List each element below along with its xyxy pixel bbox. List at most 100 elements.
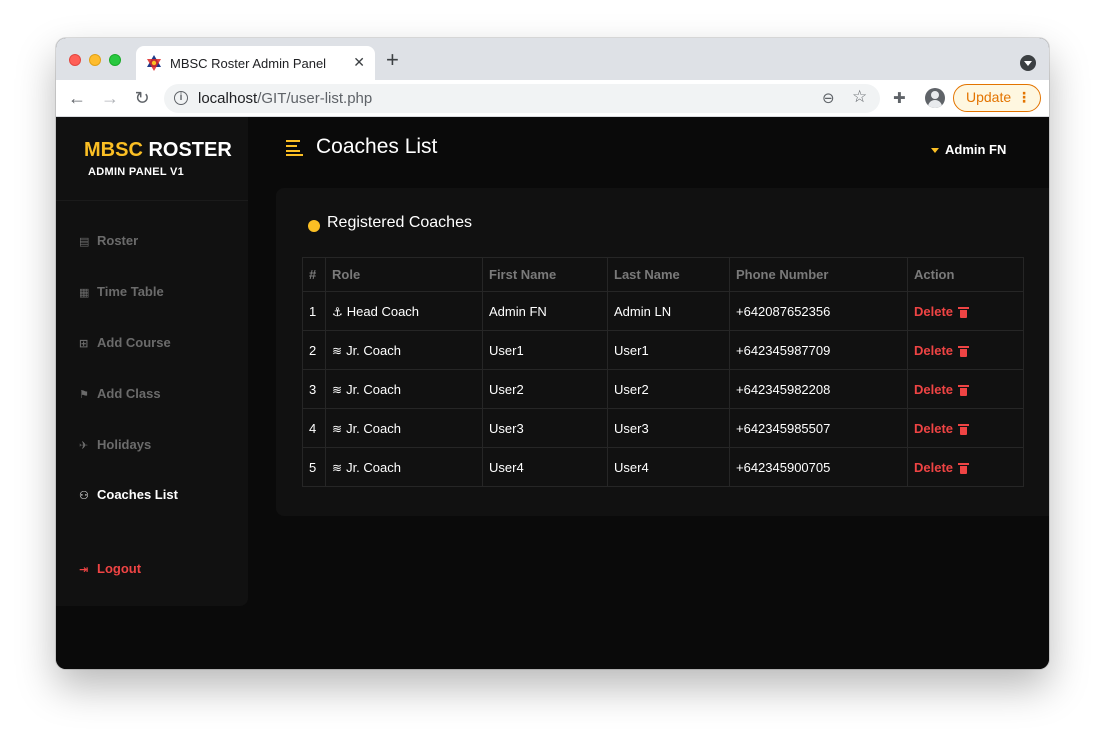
url-text: localhost/GIT/user-list.php — [198, 90, 372, 107]
first-name-cell: User4 — [482, 447, 608, 487]
anchor-icon: ⚓ — [332, 304, 343, 319]
clipboard-icon: ▤ — [79, 236, 90, 248]
action-cell: Delete — [907, 330, 1024, 370]
delete-button[interactable]: Delete — [914, 342, 970, 358]
tab-title: MBSC Roster Admin Panel — [170, 56, 327, 71]
last-name-cell: User1 — [607, 330, 730, 370]
delete-button[interactable]: Delete — [914, 460, 970, 475]
profile-avatar-icon[interactable] — [925, 88, 945, 108]
last-name-cell: User2 — [607, 369, 730, 409]
menu-toggle-icon[interactable] — [286, 140, 303, 156]
wind-icon: ≋ — [332, 382, 343, 397]
role-cell: ≋ Jr. Coach — [325, 408, 483, 448]
brand-logo[interactable]: MBSC ROSTER — [84, 139, 232, 162]
row-number: 1 — [302, 291, 326, 331]
more-menu-icon[interactable]: ⋮ — [1017, 85, 1031, 110]
table-row: 3 ≋ Jr. Coach User2 User2 +642345982208 D… — [302, 369, 1024, 409]
delete-label: Delete — [914, 381, 954, 397]
action-cell: Delete — [907, 369, 1024, 409]
first-name-cell: Admin FN — [482, 291, 608, 331]
delete-button[interactable]: Delete — [914, 421, 970, 436]
calendar-plus-icon: ⊞ — [79, 338, 89, 350]
forward-arrow-icon[interactable]: → — [99, 87, 121, 109]
wind-icon: ≋ — [332, 460, 343, 475]
delete-label: Delete — [914, 303, 954, 319]
plane-icon: ✈ — [79, 440, 89, 452]
address-bar[interactable]: i localhost/GIT/user-list.php ⊖ ☆ — [164, 84, 880, 113]
sidebar-item-label: Holidays — [97, 437, 152, 452]
tab-search-icon[interactable] — [1020, 55, 1036, 71]
last-name-cell: Admin LN — [607, 291, 730, 331]
sidebar-item-time-table[interactable]: ▦ Time Table — [79, 284, 164, 299]
sidebar-item-add-class[interactable]: ⚑ Add Class — [79, 386, 161, 401]
new-tab-icon[interactable]: + — [386, 49, 399, 71]
back-arrow-icon[interactable]: ← — [66, 87, 88, 109]
user-dropdown[interactable]: Admin FN — [931, 142, 1006, 157]
brand-subtitle: ADMIN PANEL V1 — [88, 166, 185, 178]
trash-icon — [958, 306, 970, 318]
last-name-cell: User4 — [607, 447, 730, 487]
sidebar-item-coaches-list[interactable]: ⚇ Coaches List — [79, 487, 178, 502]
wind-icon: ≋ — [332, 421, 343, 436]
reload-icon[interactable]: ↻ — [131, 87, 153, 109]
wind-icon: ≋ — [332, 343, 343, 358]
bookmark-star-icon[interactable]: ☆ — [852, 87, 867, 107]
phone-cell: +642345982208 — [729, 369, 908, 409]
sidebar-item-label: Add Class — [97, 386, 161, 401]
table-row: 2 ≋ Jr. Coach User1 User1 +642345987709 D… — [302, 330, 1024, 370]
user-name: Admin FN — [945, 142, 1007, 157]
update-button[interactable]: Update ⋮ — [953, 84, 1041, 112]
flag-icon: ⚑ — [79, 389, 89, 401]
window-minimize-button[interactable] — [89, 54, 101, 66]
browser-toolbar: ← → ↻ i localhost/GIT/user-list.php ⊖ ☆ … — [56, 80, 1049, 117]
role-text: Head Coach — [346, 303, 420, 319]
row-number: 3 — [302, 369, 326, 409]
window-maximize-button[interactable] — [109, 54, 121, 66]
coaches-table: # Role First Name Last Name Phone Number… — [302, 257, 1024, 487]
role-text: Jr. Coach — [346, 420, 401, 436]
sidebar: MBSC ROSTER ADMIN PANEL V1 ▤ Roster ▦ Time… — [56, 117, 248, 606]
table-row: 5 ≋ Jr. Coach User4 User4 +642345900705 D… — [302, 447, 1024, 487]
zoom-icon[interactable]: ⊖ — [822, 89, 835, 107]
sidebar-item-label: Roster — [97, 233, 139, 248]
browser-tab[interactable]: MBSC Roster Admin Panel ✕ — [136, 46, 375, 80]
delete-button[interactable]: Delete — [914, 381, 970, 397]
sidebar-item-holidays[interactable]: ✈ Holidays — [79, 437, 151, 452]
star-of-david-favicon-icon — [147, 55, 161, 71]
window-close-button[interactable] — [69, 54, 81, 66]
page-title: Coaches List — [316, 135, 438, 158]
trash-icon — [958, 345, 970, 357]
column-header: Last Name — [607, 257, 730, 292]
logout-label: Logout — [97, 561, 142, 576]
role-text: Jr. Coach — [346, 381, 401, 397]
phone-cell: +642345987709 — [729, 330, 908, 370]
app-area: MBSC ROSTER ADMIN PANEL V1 ▤ Roster ▦ Time… — [56, 117, 1049, 669]
action-cell: Delete — [907, 447, 1024, 487]
calendar-icon: ▦ — [79, 287, 90, 299]
sign-out-icon: ⇥ — [79, 564, 89, 576]
row-number: 5 — [302, 447, 326, 487]
close-tab-icon[interactable]: ✕ — [353, 54, 365, 70]
delete-button[interactable]: Delete — [914, 303, 970, 319]
extensions-puzzle-icon[interactable]: ✚ — [893, 89, 906, 107]
phone-cell: +642087652356 — [729, 291, 908, 331]
trash-icon — [958, 423, 970, 435]
logout-link[interactable]: ⇥ Logout — [79, 561, 141, 576]
phone-cell: +642345985507 — [729, 408, 908, 448]
sidebar-item-label: Add Course — [97, 335, 171, 350]
site-info-icon[interactable]: i — [174, 91, 188, 105]
row-number: 4 — [302, 408, 326, 448]
table-header-row: # Role First Name Last Name Phone Number… — [302, 257, 1024, 292]
column-header: # — [302, 257, 326, 292]
row-number: 2 — [302, 330, 326, 370]
url-host: localhost — [198, 90, 258, 107]
sidebar-item-roster[interactable]: ▤ Roster — [79, 233, 138, 248]
role-cell: ⚓ Head Coach — [325, 291, 483, 331]
phone-cell: +642345900705 — [729, 447, 908, 487]
table-row: 4 ≋ Jr. Coach User3 User3 +642345985507 D… — [302, 408, 1024, 448]
first-name-cell: User3 — [482, 408, 608, 448]
column-header: Phone Number — [729, 257, 908, 292]
trash-icon — [958, 462, 970, 474]
sidebar-item-add-course[interactable]: ⊞ Add Course — [79, 335, 171, 350]
delete-label: Delete — [914, 342, 954, 358]
